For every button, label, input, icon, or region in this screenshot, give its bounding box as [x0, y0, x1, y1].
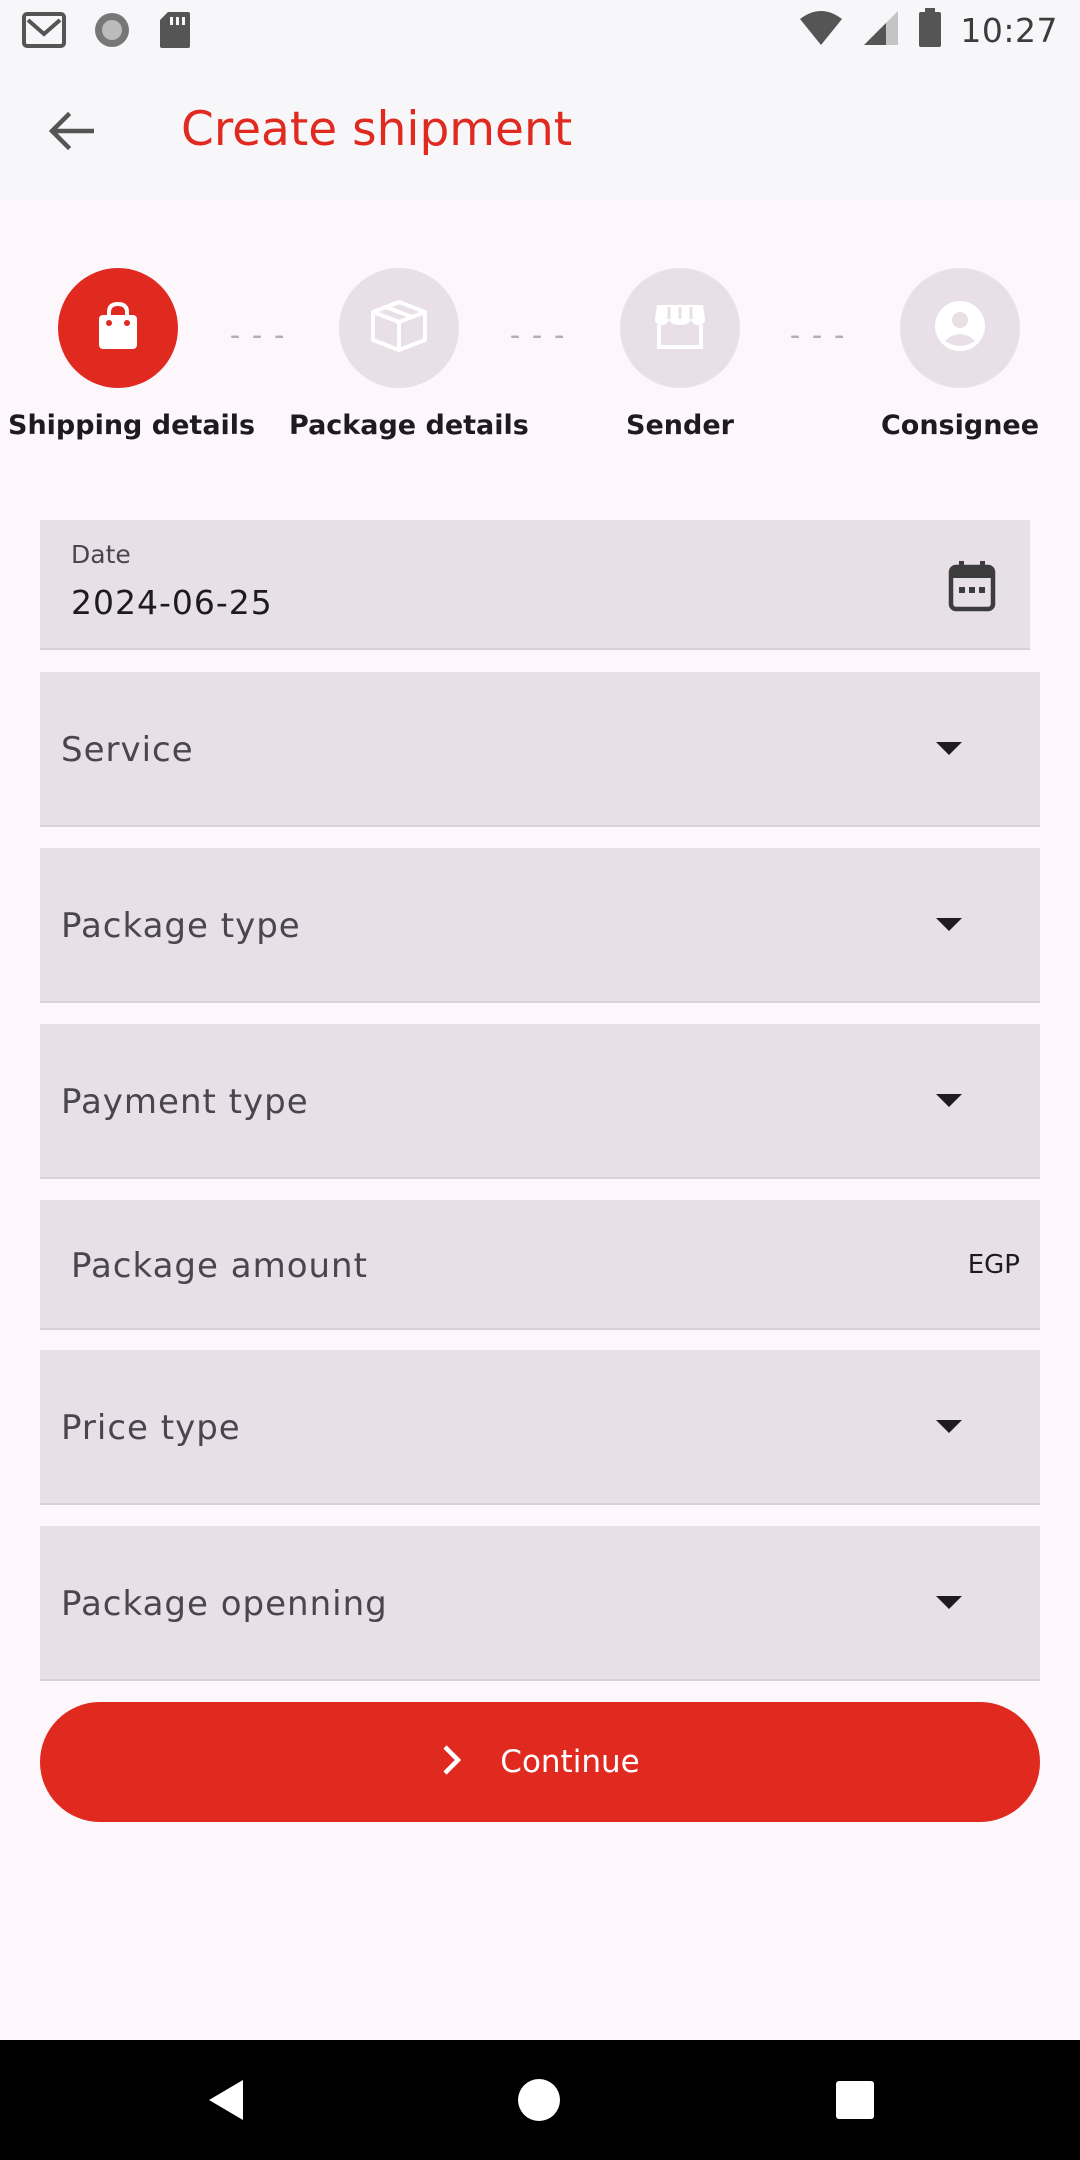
package-amount-label: Package amount [71, 1246, 368, 1286]
recents-square-icon[interactable] [835, 2080, 875, 2125]
step-consignee[interactable]: Consignee [850, 268, 1070, 441]
back-triangle-icon[interactable] [205, 2078, 245, 2127]
continue-label: Continue [500, 1744, 640, 1780]
package-type-label: Package type [61, 906, 301, 946]
status-time: 10:27 [960, 11, 1058, 50]
shopping-bag-icon [95, 301, 141, 356]
system-nav-bar [0, 2040, 1080, 2160]
date-value: 2024-06-25 [71, 583, 273, 622]
step-separator: --- [226, 318, 293, 353]
step-label: Consignee [880, 410, 1040, 441]
gmail-icon [22, 10, 66, 55]
step-circle [900, 268, 1020, 388]
account-circle-icon [933, 299, 987, 358]
price-type-select[interactable]: Price type [40, 1350, 1040, 1505]
step-label: Package details [289, 410, 529, 441]
storefront-icon [653, 301, 707, 356]
step-label: Sender [626, 410, 734, 441]
home-circle-icon[interactable] [517, 2078, 561, 2127]
status-bar: 10:27 [0, 0, 1080, 62]
service-label: Service [61, 730, 194, 770]
price-type-label: Price type [61, 1408, 241, 1448]
dropdown-arrow-icon [936, 742, 962, 755]
date-field[interactable]: Date 2024-06-25 [40, 520, 1030, 650]
back-button[interactable] [36, 98, 106, 168]
step-circle [620, 268, 740, 388]
step-sender[interactable]: Sender [570, 268, 790, 441]
currency-suffix: EGP [967, 1250, 1020, 1280]
package-box-icon [369, 298, 429, 359]
package-amount-field[interactable]: Package amount EGP [40, 1200, 1040, 1330]
package-opening-select[interactable]: Package openning [40, 1526, 1040, 1681]
step-label: Shipping details [8, 410, 256, 441]
dropdown-arrow-icon [936, 1094, 962, 1107]
step-circle [58, 268, 178, 388]
stepper: Shipping details --- Package details --- [0, 268, 1080, 458]
page-title: Create shipment [181, 102, 573, 157]
step-separator: --- [506, 318, 573, 353]
arrow-back-icon [48, 111, 95, 156]
continue-button[interactable]: Continue [40, 1702, 1040, 1822]
service-select[interactable]: Service [40, 672, 1040, 827]
date-label: Date [71, 540, 131, 569]
dropdown-arrow-icon [936, 918, 962, 931]
step-circle [339, 268, 459, 388]
wifi-icon [798, 9, 844, 52]
signal-icon [862, 9, 900, 52]
payment-type-label: Payment type [61, 1082, 309, 1122]
toolbar: Create shipment [0, 62, 1080, 200]
chevron-right-icon [440, 1743, 464, 1782]
sd-card-icon [158, 10, 192, 55]
battery-icon [918, 8, 942, 53]
dropdown-arrow-icon [936, 1420, 962, 1433]
circle-app-icon [92, 10, 132, 55]
dropdown-arrow-icon [936, 1596, 962, 1609]
step-separator: --- [786, 318, 853, 353]
payment-type-select[interactable]: Payment type [40, 1024, 1040, 1179]
package-opening-label: Package openning [61, 1584, 388, 1624]
step-shipping-details[interactable]: Shipping details [8, 268, 256, 441]
calendar-icon[interactable] [948, 560, 996, 617]
step-package-details[interactable]: Package details [289, 268, 529, 441]
package-type-select[interactable]: Package type [40, 848, 1040, 1003]
